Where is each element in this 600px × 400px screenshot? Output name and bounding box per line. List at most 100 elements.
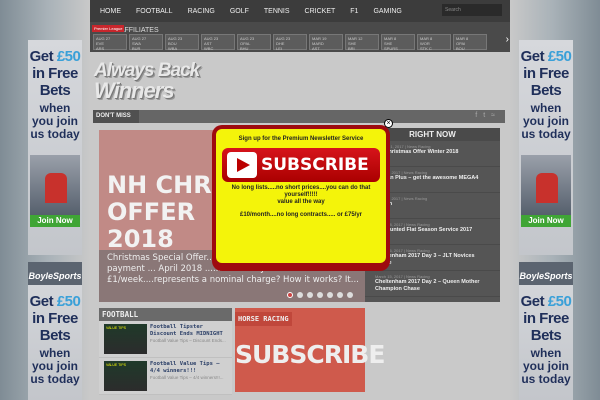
news-title[interactable]: NH Christmas Offer Winter 2018 — [375, 149, 490, 156]
join-now-button[interactable]: Join Now — [521, 215, 571, 227]
score-tile[interactable]: AUG 27 EVE ARS — [93, 34, 127, 51]
chevron-right-icon[interactable]: › — [506, 34, 509, 45]
nav-cricket[interactable]: CRICKET — [305, 8, 336, 15]
nav-tennis[interactable]: TENNIS — [264, 8, 290, 15]
post-excerpt: Football Value Tips – 4/4 winners!!!... — [150, 375, 224, 380]
right-ad-banner-2[interactable]: BoyleSports Get £50 in Free Bets when you… — [519, 262, 573, 400]
popup-heading: Sign up for the Premium Newsletter Servi… — [238, 136, 364, 142]
ad-text: Get — [520, 48, 545, 65]
score-away: BUR — [132, 46, 141, 51]
nav-gaming[interactable]: GAMING — [373, 8, 401, 15]
join-now-button[interactable]: Join Now — [30, 215, 80, 227]
slide-dot[interactable] — [317, 292, 323, 298]
league-badge: Premier League — [92, 25, 125, 32]
slide-dot[interactable] — [287, 292, 293, 298]
news-title[interactable]: Cheltenham 2017 Day 3 – JLT Novices Chas… — [375, 253, 490, 267]
twitter-icon[interactable]: t — [483, 112, 491, 119]
slider-pagination — [287, 292, 353, 298]
horse-racing-heading: HORSE RACING — [235, 312, 292, 326]
post-title[interactable]: Football Value Tips – 4/4 winners!!! — [150, 361, 227, 375]
post-excerpt: Football Value Tips – Discount Ends... — [150, 338, 226, 343]
ad-brand-logo: BoyleSports — [28, 262, 82, 285]
ad-text: when you join us today — [521, 346, 571, 386]
score-tile[interactable]: MAR 8 OPAI BOU — [453, 34, 487, 51]
score-tile[interactable]: MAR 12 SHE BRI — [345, 34, 379, 51]
score-tile[interactable]: MAR 19 MARD AST — [309, 34, 343, 51]
score-away: WBC — [204, 46, 214, 51]
facebook-icon[interactable]: f — [475, 112, 483, 119]
post-thumbnail[interactable]: VALUE TIPS — [104, 361, 147, 391]
dont-miss-label: DON'T MISS — [93, 110, 139, 123]
search-input[interactable]: Search — [442, 4, 502, 16]
popup-price: £10/month....no long contracts..... or £… — [239, 212, 363, 218]
slide-dot[interactable] — [297, 292, 303, 298]
news-title[interactable]: Betfan — [375, 201, 490, 208]
score-away: BHU — [240, 46, 249, 51]
score-away: STK C — [420, 46, 432, 51]
score-tile[interactable]: MAR 8 WOR STK C — [417, 34, 451, 51]
ad-brand-logo: BoyleSports — [519, 262, 573, 285]
slide-dot[interactable] — [347, 292, 353, 298]
close-icon[interactable]: × — [384, 119, 393, 128]
nav-racing[interactable]: RACING — [188, 8, 215, 15]
list-item[interactable]: VALUE TIPS Football Value Tips – 4/4 winn… — [99, 358, 232, 395]
slide-dot[interactable] — [337, 292, 343, 298]
popup-text: value all the way — [277, 199, 325, 205]
news-title[interactable]: Cheltenham 2017 Day 2 – Queen Mother Cha… — [375, 279, 490, 293]
slide-dot[interactable] — [327, 292, 333, 298]
ad-text: in Free Bets — [32, 310, 78, 344]
horse-racing-section: HORSE RACING SUBSCRIBE — [235, 308, 385, 392]
newsletter-popup: Sign up for the Premium Newsletter Servi… — [212, 125, 390, 271]
score-away: LEI — [276, 46, 283, 51]
score-tile[interactable]: AUG 23 BOU WBA — [165, 34, 199, 51]
score-tile[interactable]: AUG 23 OPAL BHU — [237, 34, 271, 51]
popup-text: No long lists.....no short prices....you… — [231, 185, 371, 198]
dont-miss-bar: DON'T MISS ft≈ — [93, 110, 505, 123]
ad-text: Get — [29, 48, 54, 65]
subscribe-banner[interactable]: SUBSCRIBE — [235, 340, 385, 369]
score-tile[interactable]: MAR 8 SHE SPURS — [381, 34, 415, 51]
ad-photo — [30, 155, 80, 215]
slide-title: NH CHR — [107, 171, 212, 199]
ad-text: when you join us today — [30, 101, 80, 141]
score-away: ARS — [96, 46, 105, 51]
ad-amount: £50 — [56, 48, 81, 65]
post-thumbnail[interactable]: VALUE TIPS — [104, 324, 147, 354]
ad-text: in Free Bets — [32, 65, 78, 99]
left-ad-banner[interactable]: Get £50 in Free Bets when you join us tod… — [28, 40, 82, 255]
ad-amount: £50 — [547, 48, 572, 65]
news-item[interactable]: March 15, 2017 | News Racing Cheltenham 2… — [365, 271, 500, 297]
ad-amount: £50 — [56, 293, 81, 310]
left-ad-banner-2[interactable]: BoyleSports Get £50 in Free Bets when you… — [28, 262, 82, 400]
slide-title: 2018 — [107, 225, 174, 253]
football-heading: FOOTBALL — [99, 308, 232, 321]
subscribe-button[interactable]: SUBSCRIBE — [222, 148, 380, 182]
list-item[interactable]: VALUE TIPS Football Tipster Discount Ends… — [99, 321, 232, 358]
site-logo[interactable]: Always Back Winners — [94, 61, 200, 103]
score-away: AST — [312, 46, 320, 51]
play-icon — [227, 152, 257, 178]
score-away: BRI — [348, 46, 355, 51]
slide-title: OFFER — [107, 198, 196, 226]
logo-line: Winners — [94, 78, 175, 103]
score-tile[interactable]: AUG 23 DHE LEI — [273, 34, 307, 51]
news-title[interactable]: Discounted Flat Season Service 2017 — [375, 227, 490, 234]
slide-dot[interactable] — [307, 292, 313, 298]
score-away: WBA — [168, 46, 178, 51]
score-tile[interactable]: AUG 23 AST WBC — [201, 34, 235, 51]
nav-golf[interactable]: GOLF — [230, 8, 249, 15]
nav-football[interactable]: FOOTBALL — [136, 8, 173, 15]
score-away: SPURS — [384, 46, 398, 51]
nav-home[interactable]: HOME — [100, 8, 121, 15]
score-away: BOU — [456, 46, 465, 51]
right-ad-banner[interactable]: Get £50 in Free Bets when you join us tod… — [519, 40, 573, 255]
rss-icon[interactable]: ≈ — [491, 112, 501, 119]
ad-amount: £50 — [547, 293, 572, 310]
score-tile[interactable]: AUG 27 SWA BUR — [129, 34, 163, 51]
post-title[interactable]: Football Tipster Discount Ends MIDNIGHT — [150, 324, 227, 338]
main-nav: HOME FOOTBALL RACING GOLF TENNIS CRICKET… — [90, 0, 510, 22]
news-title[interactable]: BetFan Plus – get the awesome MEGA4 FREE — [375, 175, 490, 189]
nav-f1[interactable]: F1 — [350, 8, 358, 15]
ad-text: in Free Bets — [523, 310, 569, 344]
ad-photo — [521, 155, 571, 215]
